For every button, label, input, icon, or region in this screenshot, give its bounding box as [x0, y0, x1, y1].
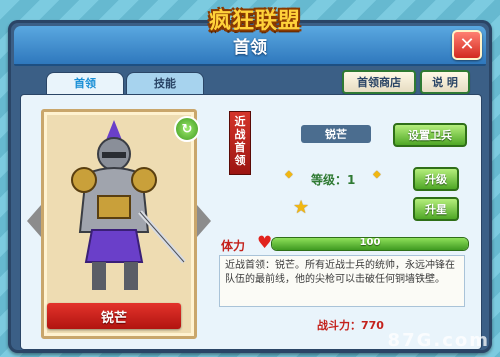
hero-description: 近战首领：锐芒。所有近战士兵的统帅，永远冲锋在队伍的最前线，他的尖枪可以击破任何…	[219, 255, 465, 307]
level-text: 等级：1	[311, 173, 356, 187]
watermark: 87G.com	[387, 330, 490, 351]
star-small-icon: ◆	[373, 169, 381, 180]
hp-bar: 100	[271, 237, 469, 251]
hero-window: 首领 ✕ 首领 技能 首领商店 说 明 ↻ 锐芒 近战首领 锐芒 设置卫兵 ◆ …	[8, 20, 492, 353]
hp-value: 100	[359, 237, 381, 248]
help-button[interactable]: 说 明	[420, 70, 470, 94]
upgrade-button[interactable]: 升级	[413, 167, 459, 191]
set-guard-button[interactable]: 设置卫兵	[393, 123, 467, 147]
star-small-icon: ◆	[285, 169, 293, 180]
hero-name-ribbon: 锐芒	[47, 303, 181, 329]
prev-hero-arrow-icon[interactable]	[27, 205, 41, 237]
star-icon: ★	[293, 197, 310, 218]
hp-label: 体力	[221, 239, 246, 253]
class-banner: 近战首领	[229, 111, 251, 175]
tab-leader[interactable]: 首领	[46, 72, 124, 95]
combat-power: 战斗力：770	[317, 319, 384, 332]
logo-text: 疯狂联盟	[208, 9, 301, 34]
star-up-button[interactable]: 升星	[413, 197, 459, 221]
next-hero-arrow-icon[interactable]	[197, 205, 211, 237]
hero-portrait	[71, 120, 186, 290]
game-logo: 疯狂联盟	[192, 2, 318, 36]
heart-icon: ♥	[257, 233, 273, 253]
close-icon: ✕	[459, 34, 475, 55]
hero-name: 锐芒	[100, 310, 127, 326]
main-panel: ↻ 锐芒 近战首领 锐芒 设置卫兵 ◆ 等级：1 ◆ 升级 ★ 升星 体力 ♥ …	[20, 94, 482, 350]
leader-shop-button[interactable]: 首领商店	[342, 70, 416, 94]
hero-name-box: 锐芒	[301, 125, 371, 143]
window-title: 首领	[233, 38, 267, 58]
close-button[interactable]: ✕	[452, 30, 482, 60]
tab-skills[interactable]: 技能	[126, 72, 204, 95]
hero-details: 近战首领 锐芒 设置卫兵 ◆ 等级：1 ◆ 升级 ★ 升星 体力 ♥ 100 近…	[217, 109, 469, 339]
